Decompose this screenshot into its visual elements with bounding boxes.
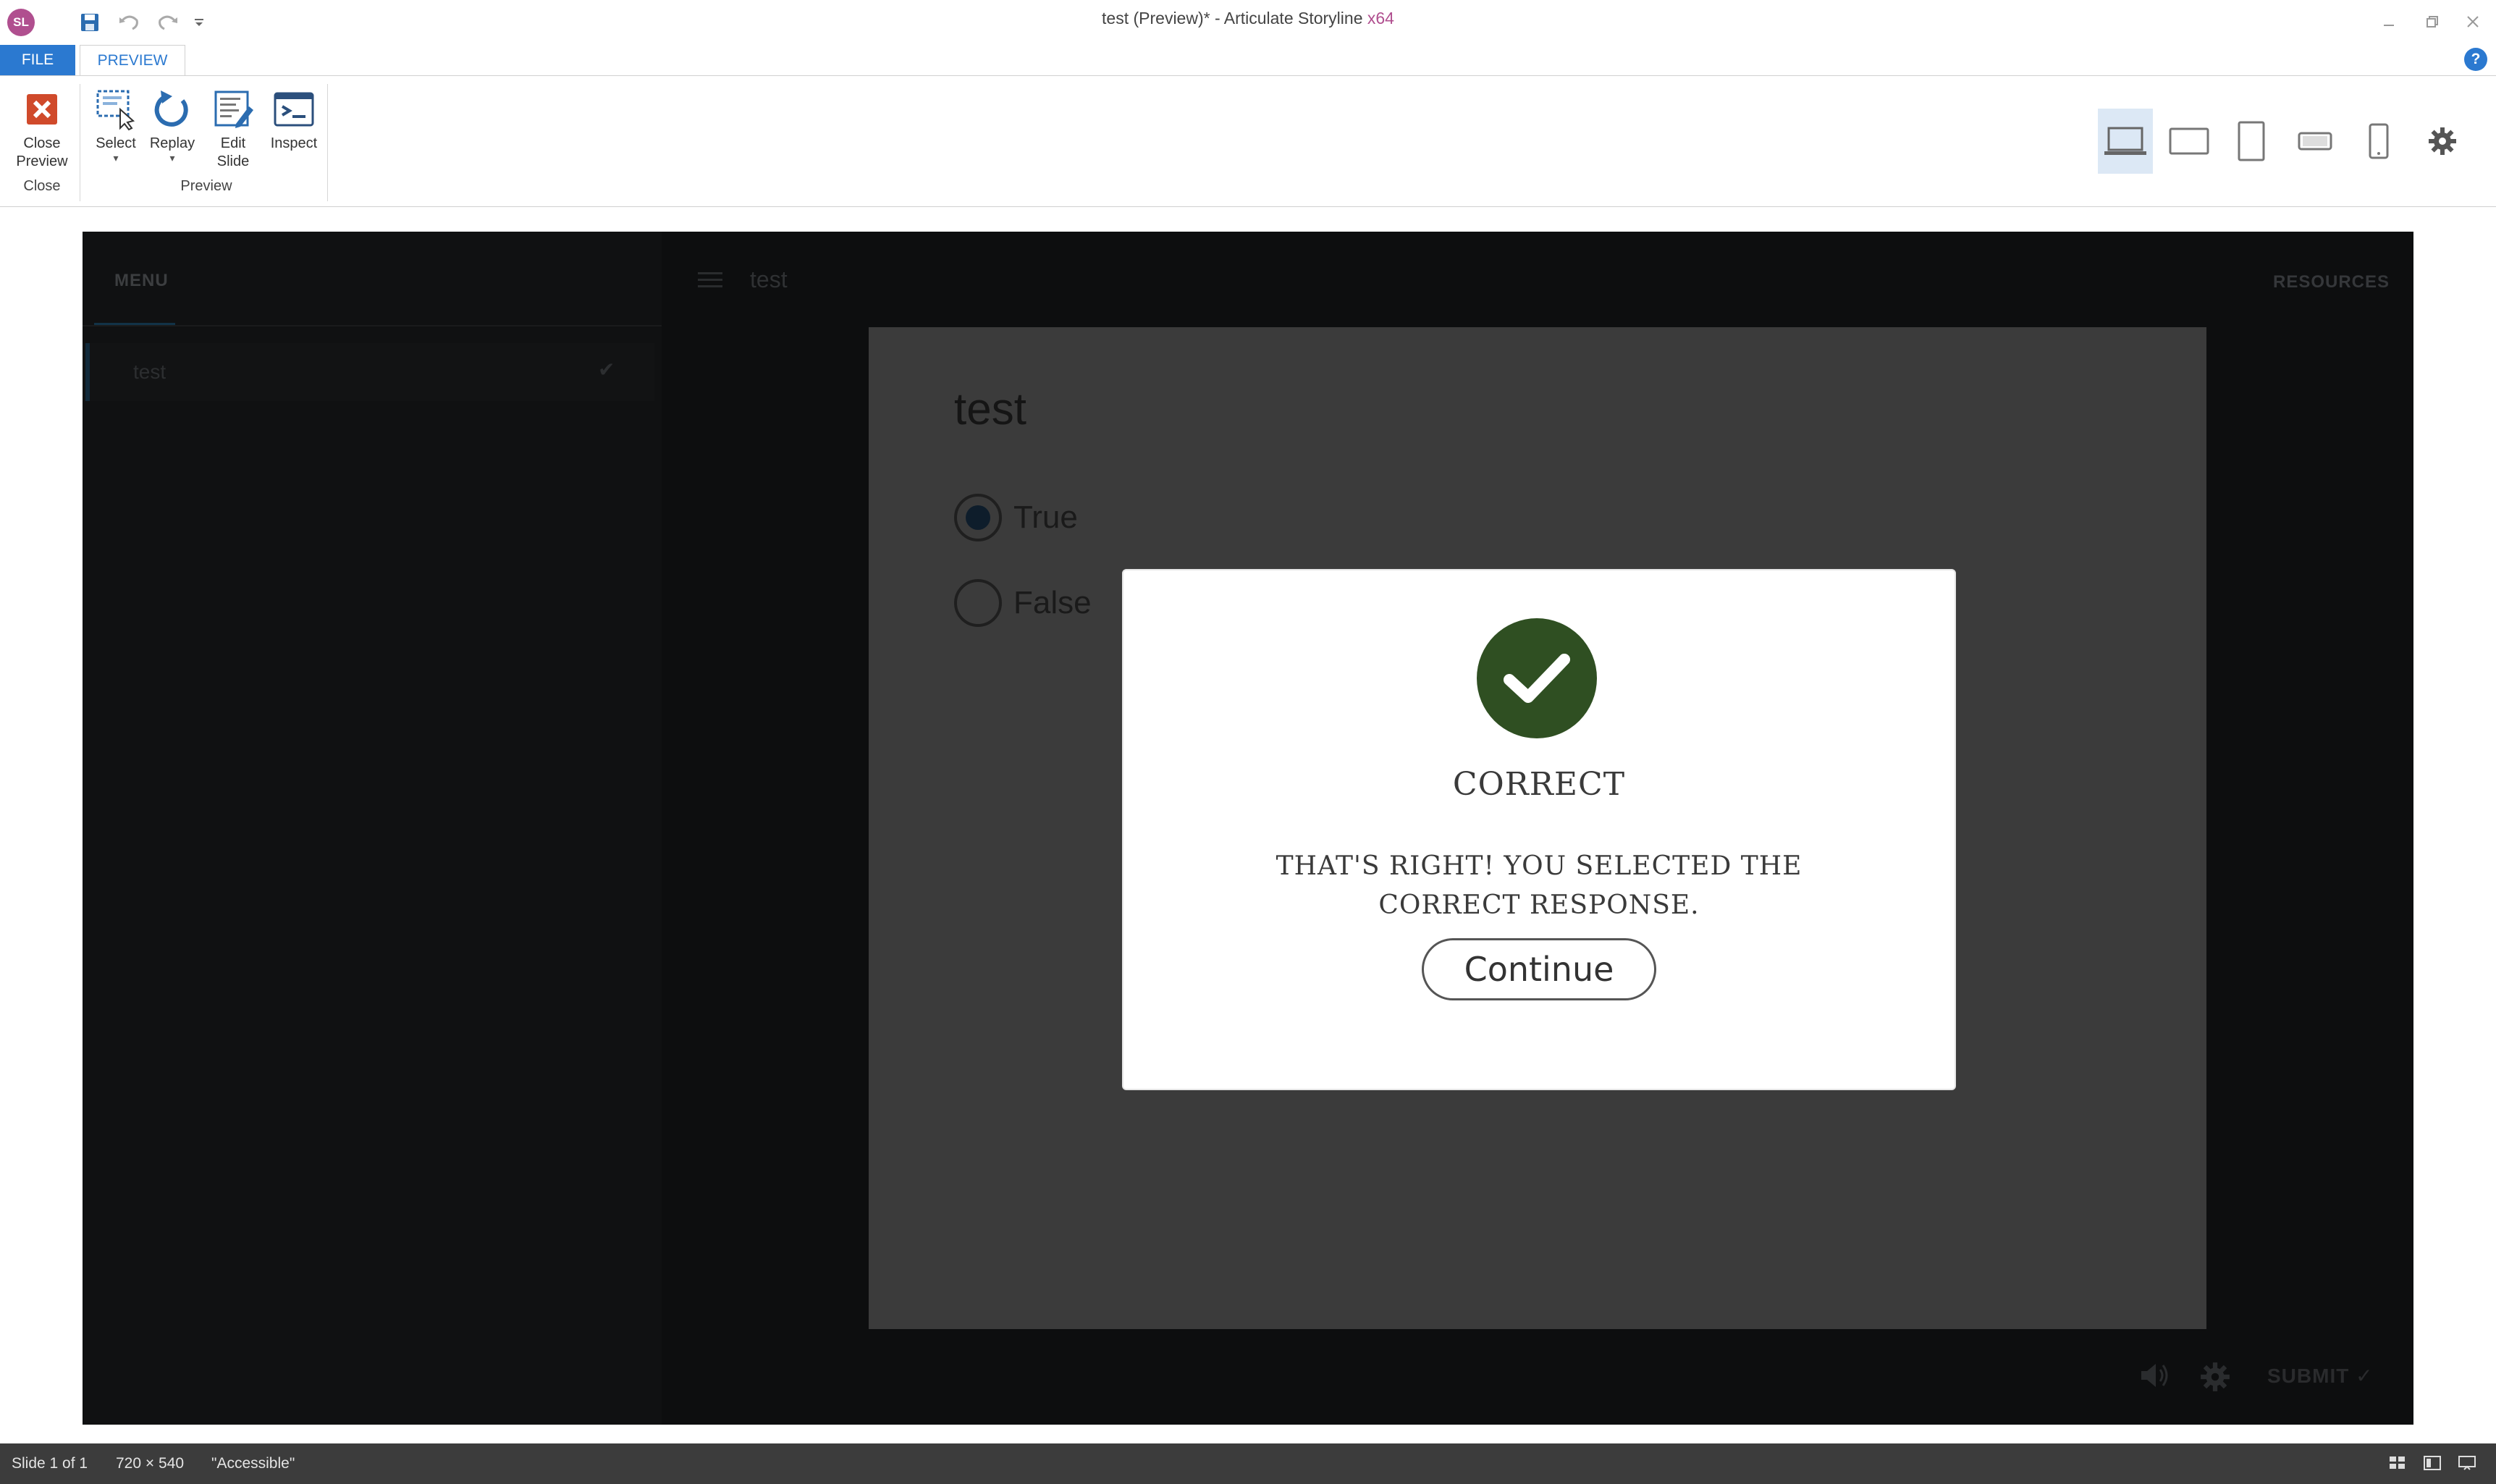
choice-true[interactable]: True bbox=[954, 494, 1078, 541]
laptop-icon bbox=[2104, 127, 2146, 155]
group-label-preview: Preview bbox=[180, 178, 232, 194]
phone-landscape-view-button[interactable] bbox=[2288, 109, 2343, 174]
inspect-button[interactable]: Inspect bbox=[262, 84, 326, 153]
replay-icon bbox=[147, 84, 198, 135]
edit-slide-label: Edit Slide bbox=[216, 135, 250, 169]
slide-heading: test bbox=[954, 384, 1026, 434]
window-title: test (Preview)* - Articulate Storyline x… bbox=[0, 9, 2496, 28]
check-icon: ✓ bbox=[2356, 1365, 2374, 1387]
slide-sorter-icon[interactable] bbox=[2387, 1454, 2408, 1472]
replay-dropdown-arrow-icon[interactable]: ▾ bbox=[169, 153, 174, 163]
replay-label: Replay bbox=[149, 135, 195, 151]
edit-slide-icon bbox=[208, 84, 258, 135]
resources-tab[interactable]: RESOURCES bbox=[2273, 272, 2390, 292]
gear-icon bbox=[2429, 127, 2456, 155]
menu-item[interactable] bbox=[83, 343, 654, 401]
window-title-arch: x64 bbox=[1367, 9, 1394, 28]
slide-count: Slide 1 of 1 bbox=[12, 1455, 88, 1472]
choice-label: True bbox=[1013, 499, 1078, 535]
tablet-landscape-view-button[interactable] bbox=[2162, 109, 2217, 174]
select-icon bbox=[90, 84, 141, 135]
theme-name: "Accessible" bbox=[211, 1455, 295, 1472]
window-title-text: test (Preview)* - Articulate Storyline bbox=[1102, 9, 1367, 28]
choice-label: False bbox=[1013, 585, 1092, 620]
menu-item-active-bar bbox=[85, 343, 90, 401]
minimize-button[interactable] bbox=[2371, 7, 2406, 36]
feedback-title: CORRECT bbox=[1452, 766, 1626, 803]
volume-icon[interactable] bbox=[2138, 1361, 2170, 1390]
inspect-icon bbox=[269, 84, 319, 135]
menu-item-label: test bbox=[133, 361, 166, 383]
replay-button[interactable]: Replay ▾ bbox=[143, 84, 201, 163]
player-title: test bbox=[750, 266, 788, 292]
tablet-portrait-view-button[interactable] bbox=[2224, 109, 2279, 174]
edit-slide-button[interactable]: Edit Slide bbox=[206, 84, 261, 171]
checkmark-icon bbox=[1477, 618, 1597, 738]
phone-landscape-icon bbox=[2298, 132, 2332, 151]
laptop-view-button[interactable] bbox=[2098, 109, 2153, 174]
normal-view-icon[interactable] bbox=[2422, 1454, 2442, 1472]
status-bar bbox=[0, 1443, 2496, 1484]
slide-view-icon[interactable] bbox=[2457, 1454, 2477, 1472]
radio-button[interactable] bbox=[954, 579, 1002, 627]
ribbon-divider bbox=[327, 84, 328, 201]
select-button[interactable]: Select ▾ bbox=[87, 84, 145, 163]
radio-button-selected[interactable] bbox=[954, 494, 1002, 541]
preview-settings-button[interactable] bbox=[2415, 109, 2470, 174]
tablet-portrait-icon bbox=[2238, 121, 2265, 161]
tablet-landscape-icon bbox=[2169, 127, 2209, 155]
close-preview-label: Close Preview bbox=[16, 135, 68, 169]
tab-file[interactable]: FILE bbox=[0, 45, 75, 75]
hamburger-icon[interactable] bbox=[696, 269, 724, 291]
continue-button[interactable]: Continue bbox=[1422, 938, 1656, 1000]
help-icon[interactable]: ? bbox=[2464, 48, 2487, 71]
close-preview-icon bbox=[17, 84, 67, 135]
group-label-close: Close bbox=[23, 178, 61, 194]
select-dropdown-arrow-icon[interactable]: ▾ bbox=[113, 153, 118, 163]
restore-button[interactable] bbox=[2415, 7, 2450, 36]
ribbon-tab-row bbox=[0, 45, 2496, 75]
slide-size: 720 × 540 bbox=[116, 1455, 185, 1472]
choice-false[interactable]: False bbox=[954, 579, 1092, 627]
inspect-label: Inspect bbox=[270, 135, 318, 151]
phone-portrait-view-button[interactable] bbox=[2351, 109, 2406, 174]
menu-divider bbox=[83, 325, 662, 326]
submit-label: SUBMIT bbox=[2267, 1365, 2350, 1387]
select-label: Select bbox=[96, 135, 136, 151]
menu-tab[interactable]: MENU bbox=[114, 271, 169, 291]
tab-preview[interactable]: PREVIEW bbox=[80, 45, 185, 75]
player-menu-panel bbox=[83, 232, 662, 1425]
feedback-message: THAT'S RIGHT! YOU SELECTED THE CORRECT R… bbox=[1276, 851, 1803, 920]
gear-icon[interactable] bbox=[2199, 1361, 2231, 1393]
close-window-button[interactable] bbox=[2455, 7, 2490, 36]
menu-item-check-icon: ✔ bbox=[598, 358, 615, 381]
close-preview-button[interactable]: Close Preview bbox=[9, 84, 75, 171]
submit-button[interactable]: SUBMIT ✓ bbox=[2267, 1364, 2374, 1388]
phone-portrait-icon bbox=[2369, 123, 2389, 159]
